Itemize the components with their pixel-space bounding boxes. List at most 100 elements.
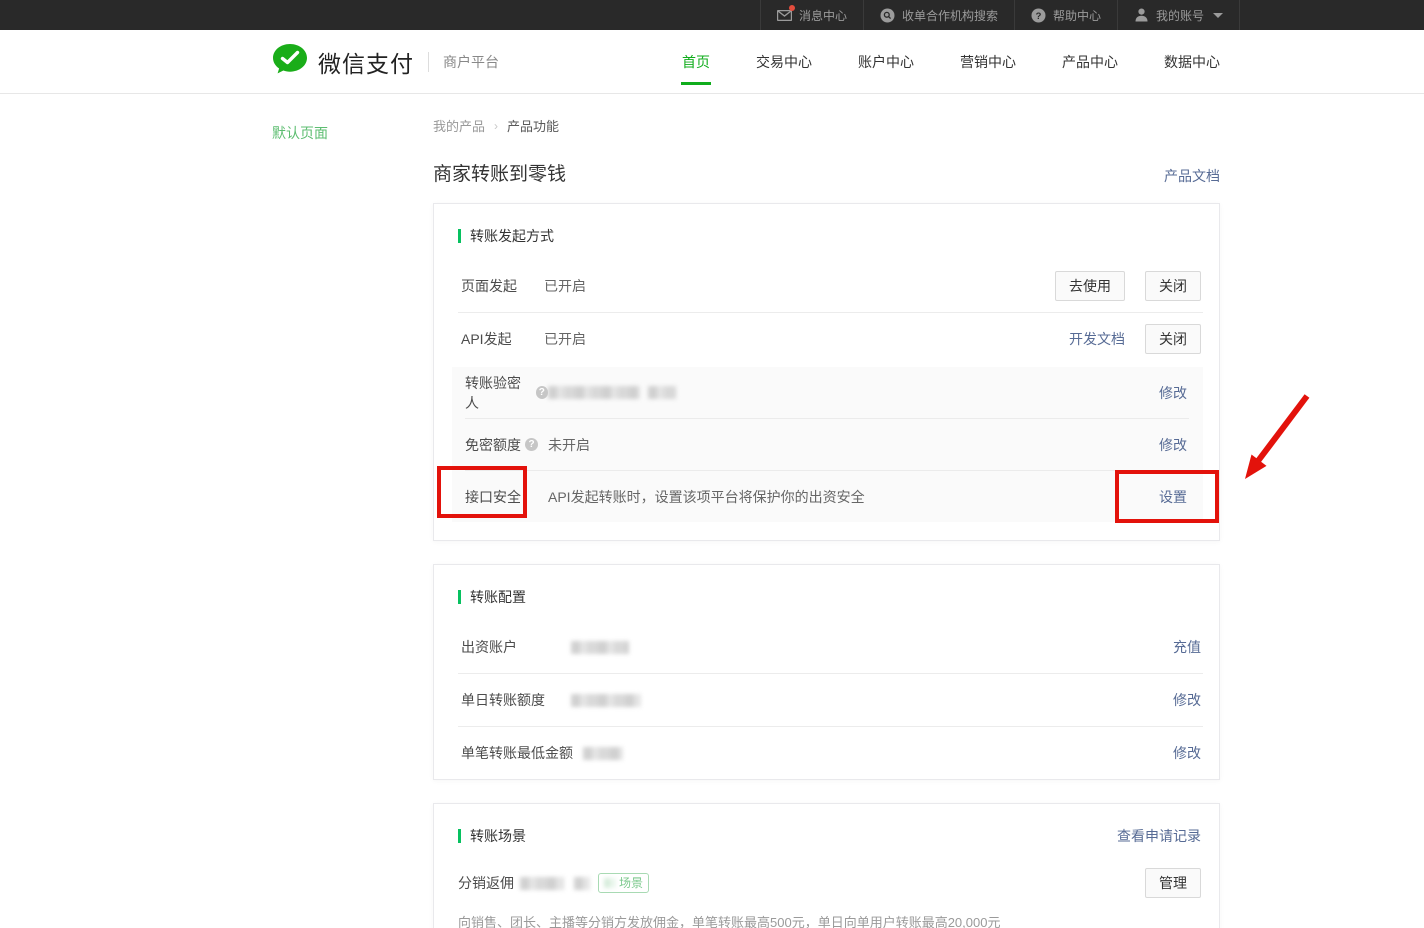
redacted-block bbox=[520, 877, 564, 890]
message-icon bbox=[777, 8, 792, 23]
nav-data-center[interactable]: 数据中心 bbox=[1164, 52, 1220, 72]
go-use-button[interactable]: 去使用 bbox=[1055, 271, 1125, 301]
topbar-help-center[interactable]: ? 帮助中心 bbox=[1014, 0, 1117, 30]
row-min-amount: 单笔转账最低金额 修改 bbox=[434, 727, 1219, 779]
brand-divider bbox=[428, 52, 429, 72]
api-security-set-link[interactable]: 设置 bbox=[1159, 487, 1187, 507]
page-init-close-button[interactable]: 关闭 bbox=[1145, 271, 1201, 301]
breadcrumb-my-products[interactable]: 我的产品 bbox=[433, 116, 485, 135]
nav-product-center[interactable]: 产品中心 bbox=[1062, 52, 1118, 72]
page-init-status: 已开启 bbox=[544, 276, 1055, 296]
api-init-close-button[interactable]: 关闭 bbox=[1145, 324, 1201, 354]
unread-badge bbox=[789, 5, 795, 11]
section-head-transfer-config: 转账配置 bbox=[434, 565, 1219, 621]
redacted-block bbox=[604, 878, 616, 888]
fund-account-value-redacted bbox=[571, 641, 1173, 654]
row-daily-limit: 单日转账额度 修改 bbox=[434, 674, 1219, 726]
redacted-block bbox=[574, 877, 590, 890]
title-row: 商家转账到零钱 产品文档 bbox=[433, 159, 1220, 186]
section-title-text: 转账配置 bbox=[470, 587, 526, 607]
daily-limit-label: 单日转账额度 bbox=[461, 690, 571, 710]
page-init-label: 页面发起 bbox=[461, 276, 544, 296]
svg-text:?: ? bbox=[1036, 11, 1042, 22]
nav-trade-center[interactable]: 交易中心 bbox=[756, 52, 812, 72]
scene-desc: 向销售、团长、主播等分销方发放佣金，单笔转账最高500元，单日向单用户转账最高2… bbox=[434, 912, 1219, 928]
section-head-transfer-init: 转账发起方式 bbox=[434, 204, 1219, 260]
main-area: 默认页面 我的产品 › 产品功能 商家转账到零钱 产品文档 转账发起方式 页面发… bbox=[0, 94, 1424, 928]
header: 微信支付 商户平台 首页 交易中心 账户中心 营销中心 产品中心 数据中心 bbox=[0, 30, 1424, 94]
wechat-pay-logo-icon bbox=[272, 43, 308, 80]
verifier-value-redacted bbox=[548, 386, 1159, 399]
redacted-block bbox=[548, 386, 640, 399]
free-password-label: 免密额度 ? bbox=[465, 435, 548, 455]
min-amount-label: 单笔转账最低金额 bbox=[461, 743, 583, 763]
free-password-modify-link[interactable]: 修改 bbox=[1159, 435, 1187, 455]
daily-limit-modify-link[interactable]: 修改 bbox=[1173, 690, 1201, 710]
section-marker bbox=[458, 229, 461, 243]
scene-badge-text: 场景 bbox=[619, 875, 643, 891]
topbar-acquiring-search-label: 收单合作机构搜索 bbox=[902, 7, 998, 24]
recharge-link[interactable]: 充值 bbox=[1173, 637, 1201, 657]
api-settings-box: 转账验密人 ? 修改 免密额度 ? 未开启 修改 bbox=[452, 367, 1203, 522]
free-password-label-text: 免密额度 bbox=[465, 435, 521, 455]
section-title-text: 转账场景 bbox=[470, 826, 526, 846]
topbar-help-label: 帮助中心 bbox=[1053, 7, 1101, 24]
help-tooltip-icon[interactable]: ? bbox=[525, 438, 538, 451]
min-amount-modify-link[interactable]: 修改 bbox=[1173, 743, 1201, 763]
dev-doc-link[interactable]: 开发文档 bbox=[1069, 329, 1125, 349]
api-init-status: 已开启 bbox=[544, 329, 1069, 349]
api-init-label: API发起 bbox=[461, 329, 544, 349]
row-scene: 分销返佣 场景 管理 bbox=[434, 868, 1219, 898]
row-free-password: 免密额度 ? 未开启 修改 bbox=[452, 419, 1203, 470]
view-records-link[interactable]: 查看申请记录 bbox=[1117, 826, 1201, 846]
sidebar-item-default-page[interactable]: 默认页面 bbox=[272, 123, 328, 143]
section-marker bbox=[458, 829, 461, 843]
row-verifier: 转账验密人 ? 修改 bbox=[452, 367, 1203, 418]
nav-account-center[interactable]: 账户中心 bbox=[858, 52, 914, 72]
redacted-block bbox=[571, 641, 629, 654]
chevron-down-icon bbox=[1213, 13, 1223, 18]
redacted-block bbox=[648, 386, 676, 399]
help-tooltip-icon[interactable]: ? bbox=[536, 386, 548, 399]
help-icon: ? bbox=[1031, 8, 1046, 23]
section-title: 转账场景 bbox=[458, 826, 526, 846]
topbar-my-account[interactable]: 我的账号 bbox=[1117, 0, 1240, 30]
search-icon bbox=[880, 8, 895, 23]
product-doc-link[interactable]: 产品文档 bbox=[1164, 166, 1220, 186]
nav-home[interactable]: 首页 bbox=[682, 52, 710, 72]
topbar: 消息中心 收单合作机构搜索 ? 帮助中心 我的账号 bbox=[0, 0, 1424, 30]
card-transfer-init: 转账发起方式 页面发起 已开启 去使用 关闭 API发起 已开启 开发文档 关闭 bbox=[433, 203, 1220, 541]
min-amount-value-redacted bbox=[583, 747, 1173, 760]
api-security-label: 接口安全 bbox=[465, 487, 548, 507]
redacted-block bbox=[571, 694, 641, 707]
card-transfer-config: 转账配置 出资账户 充值 单日转账额度 修改 单笔转账最低金额 bbox=[433, 564, 1220, 780]
section-marker bbox=[458, 590, 461, 604]
fund-account-label: 出资账户 bbox=[461, 637, 571, 657]
nav-marketing-center[interactable]: 营销中心 bbox=[960, 52, 1016, 72]
section-title: 转账配置 bbox=[458, 587, 526, 607]
scene-badge: 场景 bbox=[598, 873, 649, 893]
main-nav: 首页 交易中心 账户中心 营销中心 产品中心 数据中心 bbox=[682, 30, 1220, 93]
section-title: 转账发起方式 bbox=[458, 226, 554, 246]
topbar-my-account-label: 我的账号 bbox=[1156, 7, 1204, 24]
brand-name: 微信支付 bbox=[318, 45, 414, 79]
manage-button[interactable]: 管理 bbox=[1145, 868, 1201, 898]
row-page-init: 页面发起 已开启 去使用 关闭 bbox=[434, 260, 1219, 312]
topbar-message-center[interactable]: 消息中心 bbox=[760, 0, 863, 30]
brand[interactable]: 微信支付 bbox=[272, 43, 414, 80]
topbar-acquiring-search[interactable]: 收单合作机构搜索 bbox=[863, 0, 1014, 30]
daily-limit-value-redacted bbox=[571, 694, 1173, 707]
verifier-modify-link[interactable]: 修改 bbox=[1159, 383, 1187, 403]
content: 我的产品 › 产品功能 商家转账到零钱 产品文档 转账发起方式 页面发起 已开启… bbox=[433, 94, 1220, 928]
breadcrumb-product-features: 产品功能 bbox=[507, 116, 559, 135]
redacted-block bbox=[583, 747, 623, 760]
verifier-label: 转账验密人 ? bbox=[465, 373, 548, 413]
platform-name: 商户平台 bbox=[443, 52, 499, 72]
section-head-transfer-scene: 转账场景 查看申请记录 bbox=[434, 804, 1219, 860]
row-api-init: API发起 已开启 开发文档 关闭 bbox=[434, 313, 1219, 365]
card-transfer-scene: 转账场景 查看申请记录 分销返佣 场景 管理 向销售、团长、主播等分销方发放佣金… bbox=[433, 803, 1220, 928]
user-icon bbox=[1134, 8, 1149, 23]
api-security-desc: API发起转账时，设置该项平台将保护你的出资安全 bbox=[548, 487, 1159, 507]
page-title: 商家转账到零钱 bbox=[433, 159, 566, 186]
breadcrumb-separator-icon: › bbox=[494, 119, 498, 133]
